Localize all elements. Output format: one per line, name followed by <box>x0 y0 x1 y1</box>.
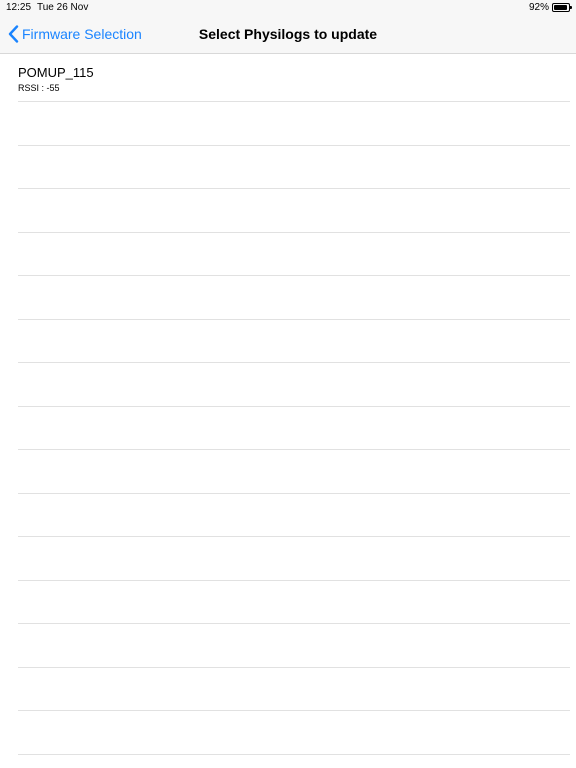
empty-row <box>18 450 570 494</box>
empty-row <box>18 189 570 233</box>
battery-icon <box>552 3 572 12</box>
device-name: POMUP_115 <box>18 65 94 80</box>
empty-row <box>18 494 570 537</box>
empty-row <box>18 233 570 276</box>
status-time: 12:25 <box>6 2 32 13</box>
status-bar: 12:25 Tue 26 Nov 92% <box>0 0 576 15</box>
device-rssi: RSSI : -55 <box>18 83 60 93</box>
back-button[interactable]: Firmware Selection <box>8 15 142 53</box>
empty-row <box>18 581 570 624</box>
empty-row <box>18 276 570 320</box>
battery-percent: 92% <box>528 2 549 13</box>
empty-row <box>18 537 570 581</box>
empty-row <box>18 407 570 450</box>
empty-row <box>18 102 570 146</box>
empty-row <box>18 146 570 189</box>
empty-row <box>18 668 570 711</box>
empty-row <box>18 320 570 363</box>
chevron-left-icon <box>8 25 19 43</box>
empty-row <box>18 363 570 407</box>
empty-row <box>18 711 570 755</box>
navigation-bar: Firmware Selection Select Physilogs to u… <box>0 15 576 54</box>
device-row[interactable]: POMUP_115 RSSI : -55 <box>18 54 570 102</box>
device-list: POMUP_115 RSSI : -55 <box>0 54 576 755</box>
empty-row <box>18 624 570 668</box>
status-date: Tue 26 Nov <box>37 2 89 13</box>
back-button-label: Firmware Selection <box>22 26 142 42</box>
